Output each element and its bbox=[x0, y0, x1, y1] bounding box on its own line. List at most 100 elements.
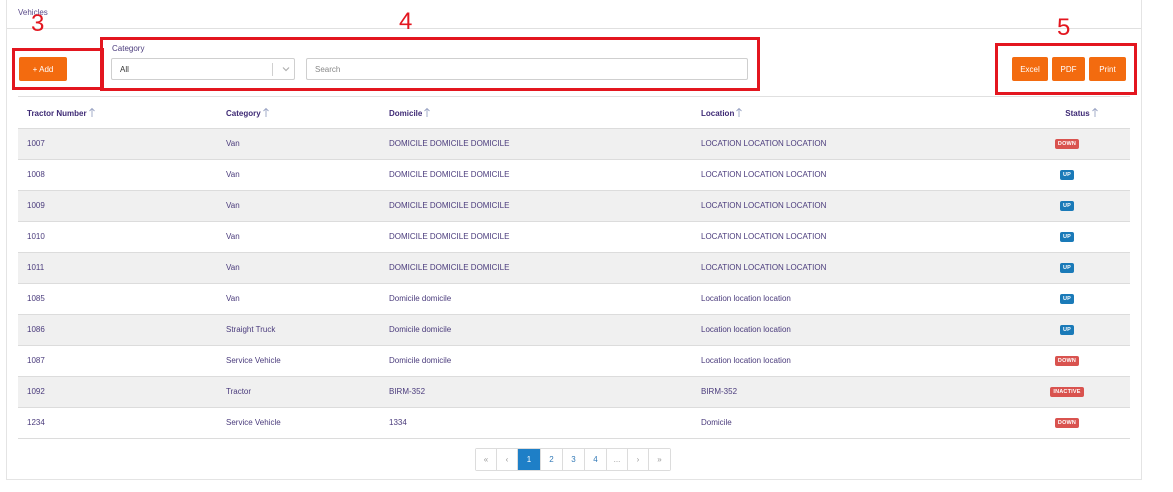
cell-tractor-number: 1086 bbox=[18, 314, 217, 346]
title-divider bbox=[7, 28, 1141, 29]
status-badge: INACTIVE bbox=[1050, 387, 1084, 397]
status-badge: UP bbox=[1059, 232, 1075, 242]
cell-domicile: DOMICILE DOMICILE DOMICILE bbox=[380, 221, 692, 253]
category-select-value: All bbox=[120, 65, 129, 74]
cell-domicile: DOMICILE DOMICILE DOMICILE bbox=[380, 159, 692, 191]
chevron-down-icon[interactable] bbox=[280, 63, 292, 75]
page-1-button[interactable]: 1 bbox=[518, 449, 541, 470]
status-badge: UP bbox=[1059, 325, 1075, 335]
status-badge: DOWN bbox=[1054, 139, 1080, 149]
print-button[interactable]: Print bbox=[1089, 57, 1126, 81]
cell-location: LOCATION LOCATION LOCATION bbox=[692, 252, 1004, 284]
table-row[interactable]: 1008 Van DOMICILE DOMICILE DOMICILE LOCATIO… bbox=[18, 159, 1130, 191]
sort-arrow-icon[interactable] bbox=[735, 107, 743, 118]
cell-category: Straight Truck bbox=[217, 314, 380, 346]
column-header-category[interactable]: Category bbox=[217, 97, 380, 129]
cell-location: LOCATION LOCATION LOCATION bbox=[692, 128, 1004, 160]
cell-tractor-number: 1007 bbox=[18, 128, 217, 160]
first-page-button[interactable]: « bbox=[476, 449, 497, 470]
column-header-label: Tractor Number bbox=[27, 108, 87, 118]
page-ellipsis: ... bbox=[607, 449, 628, 470]
cell-status: UP bbox=[1004, 221, 1130, 253]
column-header-tractor-number[interactable]: Tractor Number bbox=[18, 97, 217, 129]
table-header-row: Tractor Number Category Domicile Locatio… bbox=[18, 97, 1130, 129]
cell-location: Location location location bbox=[692, 283, 1004, 315]
status-badge: UP bbox=[1059, 294, 1075, 304]
cell-tractor-number: 1008 bbox=[18, 159, 217, 191]
cell-status: DOWN bbox=[1004, 345, 1130, 377]
table-row[interactable]: 1086 Straight Truck Domicile domicile Locat… bbox=[18, 314, 1130, 346]
cell-domicile: Domicile domicile bbox=[380, 314, 692, 346]
cell-status: UP bbox=[1004, 190, 1130, 222]
annotation-number-5: 5 bbox=[1057, 14, 1071, 41]
status-badge: DOWN bbox=[1054, 356, 1080, 366]
cell-status: DOWN bbox=[1004, 407, 1130, 439]
table-row[interactable]: 1087 Service Vehicle Domicile domicile Loca… bbox=[18, 345, 1130, 377]
cell-category: Van bbox=[217, 252, 380, 284]
category-select[interactable]: All bbox=[111, 58, 295, 80]
pagination: «‹ 1 2 3 4... ›» bbox=[475, 448, 671, 471]
page-3-button[interactable]: 3 bbox=[563, 449, 585, 470]
cell-location: LOCATION LOCATION LOCATION bbox=[692, 159, 1004, 191]
cell-category: Van bbox=[217, 283, 380, 315]
column-header-label: Status bbox=[1065, 108, 1090, 118]
column-header-label: Location bbox=[701, 108, 735, 118]
sort-arrow-icon[interactable] bbox=[423, 107, 431, 118]
cell-location: BIRM-352 bbox=[692, 376, 1004, 408]
cell-tractor-number: 1234 bbox=[18, 407, 217, 439]
cell-category: Service Vehicle bbox=[217, 345, 380, 377]
cell-location: LOCATION LOCATION LOCATION bbox=[692, 221, 1004, 253]
cell-domicile: Domicile domicile bbox=[380, 283, 692, 315]
cell-domicile: DOMICILE DOMICILE DOMICILE bbox=[380, 252, 692, 284]
cell-domicile: Domicile domicile bbox=[380, 345, 692, 377]
page-2-button[interactable]: 2 bbox=[541, 449, 563, 470]
column-header-label: Domicile bbox=[389, 108, 423, 118]
cell-location: Location location location bbox=[692, 345, 1004, 377]
pdf-export-button[interactable]: PDF bbox=[1052, 57, 1085, 81]
cell-status: UP bbox=[1004, 159, 1130, 191]
cell-status: UP bbox=[1004, 314, 1130, 346]
column-header-location[interactable]: Location bbox=[692, 97, 1004, 129]
vehicles-table: Tractor Number Category Domicile Locatio… bbox=[18, 97, 1130, 439]
cell-domicile: 1334 bbox=[380, 407, 692, 439]
cell-status: DOWN bbox=[1004, 128, 1130, 160]
table-row[interactable]: 1007 Van DOMICILE DOMICILE DOMICILE LOCATIO… bbox=[18, 128, 1130, 160]
table-row[interactable]: 1234 Service Vehicle 1334 Domicile DOWN bbox=[18, 407, 1130, 439]
sort-arrow-icon[interactable] bbox=[262, 107, 270, 118]
cell-location: Location location location bbox=[692, 314, 1004, 346]
cell-domicile: DOMICILE DOMICILE DOMICILE bbox=[380, 190, 692, 222]
cell-category: Van bbox=[217, 159, 380, 191]
excel-export-button[interactable]: Excel bbox=[1012, 57, 1048, 81]
cell-status: INACTIVE bbox=[1004, 376, 1130, 408]
next-page-button[interactable]: › bbox=[628, 449, 649, 470]
sort-arrow-icon[interactable] bbox=[88, 107, 96, 118]
last-page-button[interactable]: » bbox=[649, 449, 670, 470]
add-button[interactable]: + Add bbox=[19, 57, 67, 81]
select-separator bbox=[272, 63, 273, 76]
table-row[interactable]: 1010 Van DOMICILE DOMICILE DOMICILE LOCATIO… bbox=[18, 221, 1130, 253]
category-label: Category bbox=[112, 44, 145, 53]
column-header-status[interactable]: Status bbox=[1004, 97, 1130, 129]
sort-arrow-icon[interactable] bbox=[1091, 107, 1099, 118]
cell-tractor-number: 1011 bbox=[18, 252, 217, 284]
status-badge: UP bbox=[1059, 201, 1075, 211]
cell-status: UP bbox=[1004, 252, 1130, 284]
table-row[interactable]: 1011 Van DOMICILE DOMICILE DOMICILE LOCATIO… bbox=[18, 252, 1130, 284]
page-4-button[interactable]: 4 bbox=[585, 449, 607, 470]
prev-page-button[interactable]: ‹ bbox=[497, 449, 518, 470]
search-input[interactable] bbox=[306, 58, 748, 80]
column-header-label: Category bbox=[226, 108, 261, 118]
cell-category: Van bbox=[217, 190, 380, 222]
cell-tractor-number: 1009 bbox=[18, 190, 217, 222]
cell-location: LOCATION LOCATION LOCATION bbox=[692, 190, 1004, 222]
table-row[interactable]: 1009 Van DOMICILE DOMICILE DOMICILE LOCATIO… bbox=[18, 190, 1130, 222]
cell-domicile: BIRM-352 bbox=[380, 376, 692, 408]
cell-tractor-number: 1010 bbox=[18, 221, 217, 253]
table-row[interactable]: 1085 Van Domicile domicile Location locatio… bbox=[18, 283, 1130, 315]
cell-category: Van bbox=[217, 221, 380, 253]
cell-location: Domicile bbox=[692, 407, 1004, 439]
cell-tractor-number: 1087 bbox=[18, 345, 217, 377]
cell-tractor-number: 1085 bbox=[18, 283, 217, 315]
table-row[interactable]: 1092 Tractor BIRM-352 BIRM-352 INACTIVE bbox=[18, 376, 1130, 408]
column-header-domicile[interactable]: Domicile bbox=[380, 97, 692, 129]
